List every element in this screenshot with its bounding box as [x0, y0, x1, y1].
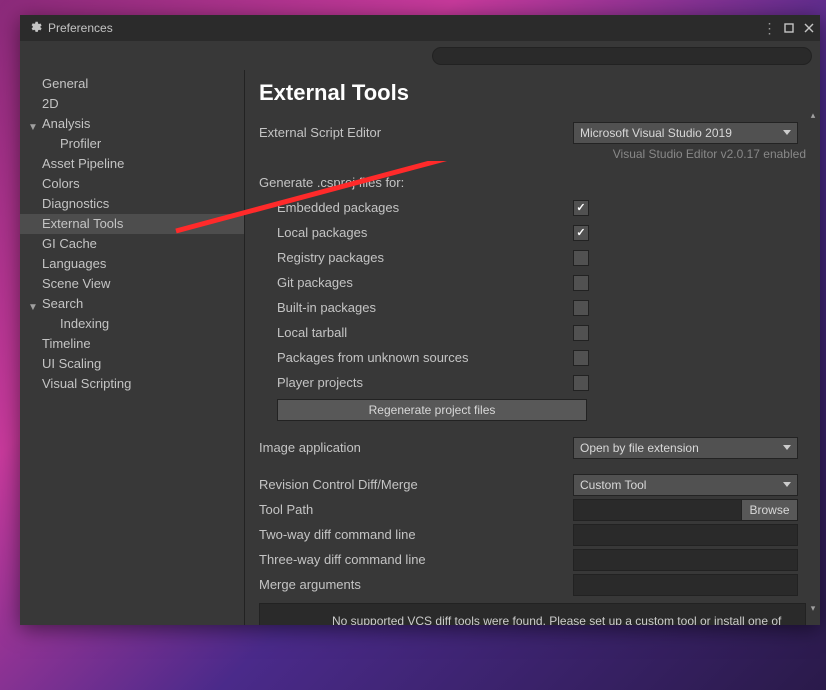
- three-way-label: Three-way diff command line: [259, 552, 573, 567]
- two-way-label: Two-way diff command line: [259, 527, 573, 542]
- script-editor-label: External Script Editor: [259, 125, 573, 140]
- image-app-value: Open by file extension: [580, 441, 699, 455]
- scroll-up-arrow-icon[interactable]: ▴: [811, 110, 816, 120]
- revision-value: Custom Tool: [580, 478, 646, 492]
- csproj-heading: Generate .csproj files for:: [259, 175, 806, 190]
- toolpath-input[interactable]: [573, 499, 741, 521]
- merge-args-label: Merge arguments: [259, 577, 573, 592]
- toolpath-label: Tool Path: [259, 502, 573, 517]
- regenerate-button[interactable]: Regenerate project files: [277, 399, 587, 421]
- csproj-option-row: Local tarball: [259, 320, 806, 345]
- main-panel: External Tools External Script Editor Mi…: [245, 70, 820, 625]
- csproj-option-checkbox[interactable]: [573, 325, 589, 341]
- csproj-option-checkbox[interactable]: [573, 275, 589, 291]
- preferences-window: Preferences ⋮ General2D▼AnalysisProfiler…: [20, 15, 820, 625]
- csproj-option-label: Local packages: [277, 225, 573, 240]
- sidebar-item-label: External Tools: [42, 214, 123, 234]
- sidebar-item-label: General: [42, 74, 88, 94]
- csproj-option-checkbox[interactable]: [573, 250, 589, 266]
- window-title: Preferences: [48, 21, 113, 35]
- chevron-down-icon: [783, 482, 791, 487]
- sidebar-item-label: Languages: [42, 254, 106, 274]
- sidebar-item[interactable]: General: [20, 74, 244, 94]
- sidebar-item-label: UI Scaling: [42, 354, 101, 374]
- browse-button[interactable]: Browse: [741, 499, 798, 521]
- page-title: External Tools: [259, 80, 806, 106]
- window-menu-button[interactable]: ⋮: [760, 20, 778, 36]
- sidebar-item[interactable]: ▼Analysis: [20, 114, 244, 134]
- editor-enabled-note: Visual Studio Editor v2.0.17 enabled: [259, 147, 806, 161]
- csproj-option-label: Built-in packages: [277, 300, 573, 315]
- script-editor-value: Microsoft Visual Studio 2019: [580, 126, 732, 140]
- sidebar-item-label: Asset Pipeline: [42, 154, 124, 174]
- csproj-option-checkbox[interactable]: [573, 225, 589, 241]
- csproj-option-label: Embedded packages: [277, 200, 573, 215]
- csproj-option-label: Git packages: [277, 275, 573, 290]
- csproj-option-row: Embedded packages: [259, 195, 806, 220]
- sidebar-item-label: Indexing: [60, 314, 109, 334]
- sidebar-item[interactable]: UI Scaling: [20, 354, 244, 374]
- vcs-warning-box: No supported VCS diff tools were found. …: [259, 603, 806, 625]
- csproj-option-row: Built-in packages: [259, 295, 806, 320]
- sidebar-item[interactable]: Indexing: [20, 314, 244, 334]
- chevron-down-icon: [783, 445, 791, 450]
- csproj-option-row: Registry packages: [259, 245, 806, 270]
- sidebar-item[interactable]: ▼Search: [20, 294, 244, 314]
- sidebar-item[interactable]: Diagnostics: [20, 194, 244, 214]
- sidebar-item[interactable]: Timeline: [20, 334, 244, 354]
- csproj-option-checkbox[interactable]: [573, 200, 589, 216]
- search-bar: [20, 41, 820, 70]
- search-input[interactable]: [432, 47, 812, 65]
- image-app-label: Image application: [259, 440, 573, 455]
- sidebar-item[interactable]: Scene View: [20, 274, 244, 294]
- sidebar-item[interactable]: Asset Pipeline: [20, 154, 244, 174]
- revision-label: Revision Control Diff/Merge: [259, 477, 573, 492]
- gear-icon: [28, 20, 42, 37]
- csproj-option-label: Registry packages: [277, 250, 573, 265]
- sidebar-item[interactable]: Colors: [20, 174, 244, 194]
- csproj-option-row: Packages from unknown sources: [259, 345, 806, 370]
- csproj-option-checkbox[interactable]: [573, 375, 589, 391]
- two-way-input[interactable]: [573, 524, 798, 546]
- csproj-option-row: Local packages: [259, 220, 806, 245]
- csproj-option-checkbox[interactable]: [573, 300, 589, 316]
- maximize-button[interactable]: [780, 20, 798, 36]
- scroll-down-arrow-icon[interactable]: ▾: [811, 603, 816, 613]
- sidebar-item-label: Colors: [42, 174, 80, 194]
- sidebar-item[interactable]: 2D: [20, 94, 244, 114]
- sidebar-item-label: Profiler: [60, 134, 101, 154]
- csproj-option-row: Git packages: [259, 270, 806, 295]
- script-editor-dropdown[interactable]: Microsoft Visual Studio 2019: [573, 122, 798, 144]
- sidebar-item[interactable]: GI Cache: [20, 234, 244, 254]
- sidebar-item-label: Search: [42, 294, 83, 314]
- image-app-dropdown[interactable]: Open by file extension: [573, 437, 798, 459]
- titlebar: Preferences ⋮: [20, 15, 820, 41]
- sidebar-item-label: Analysis: [42, 114, 90, 134]
- sidebar-item[interactable]: Visual Scripting: [20, 374, 244, 394]
- chevron-down-icon: [783, 130, 791, 135]
- sidebar-item-label: Diagnostics: [42, 194, 109, 214]
- csproj-option-checkbox[interactable]: [573, 350, 589, 366]
- sidebar-item-label: Scene View: [42, 274, 110, 294]
- sidebar-item-label: Visual Scripting: [42, 374, 131, 394]
- vcs-warning-text: No supported VCS diff tools were found. …: [272, 612, 793, 625]
- scrollbar[interactable]: ▴ ▾: [808, 110, 818, 613]
- csproj-option-label: Packages from unknown sources: [277, 350, 573, 365]
- merge-args-input[interactable]: [573, 574, 798, 596]
- three-way-input[interactable]: [573, 549, 798, 571]
- close-button[interactable]: [800, 20, 818, 36]
- csproj-option-label: Player projects: [277, 375, 573, 390]
- sidebar-item-label: 2D: [42, 94, 59, 114]
- sidebar-item-label: GI Cache: [42, 234, 97, 254]
- revision-dropdown[interactable]: Custom Tool: [573, 474, 798, 496]
- sidebar-item[interactable]: Languages: [20, 254, 244, 274]
- sidebar-item[interactable]: External Tools: [20, 214, 244, 234]
- csproj-option-row: Player projects: [259, 370, 806, 395]
- sidebar: General2D▼AnalysisProfilerAsset Pipeline…: [20, 70, 245, 625]
- sidebar-item-label: Timeline: [42, 334, 91, 354]
- sidebar-item[interactable]: Profiler: [20, 134, 244, 154]
- csproj-option-label: Local tarball: [277, 325, 573, 340]
